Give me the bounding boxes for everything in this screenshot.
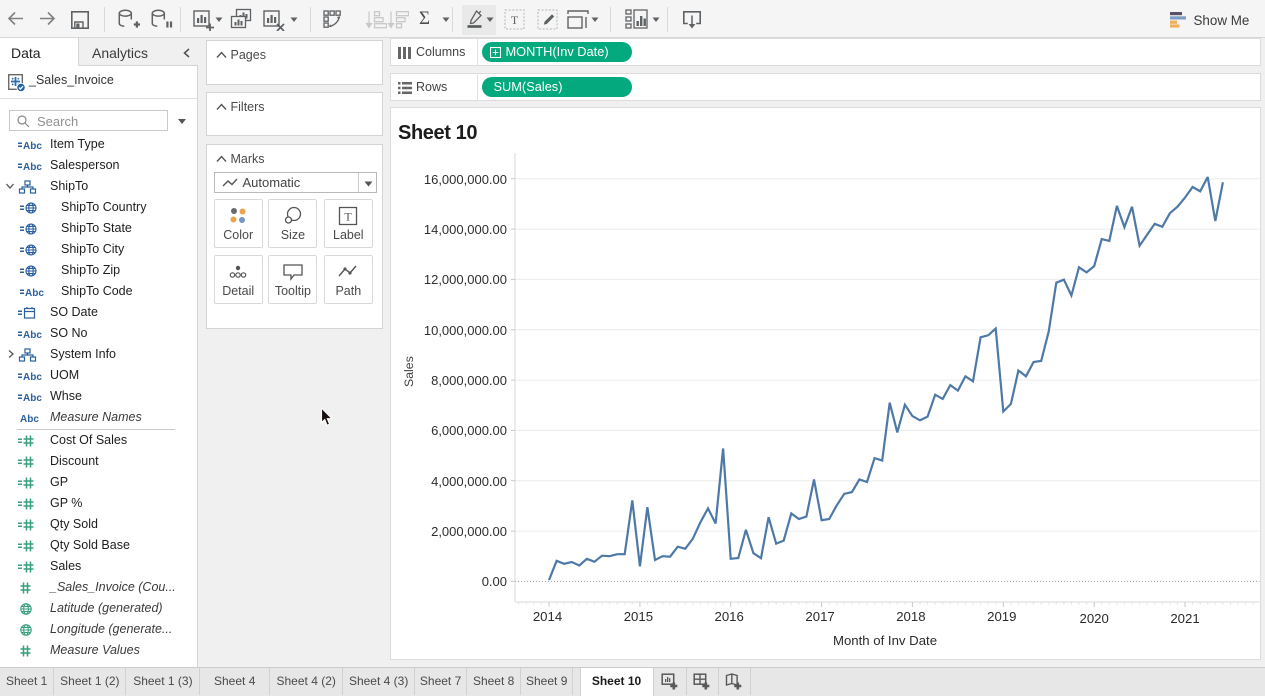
svg-text:Abc: Abc [25, 288, 44, 299]
svg-text:Abc: Abc [20, 414, 39, 425]
svg-text:Abc: Abc [23, 393, 42, 404]
svg-text:Abc: Abc [23, 372, 42, 383]
svg-text:Abc: Abc [23, 330, 42, 341]
svg-text:T: T [345, 210, 353, 224]
svg-text:T: T [511, 13, 519, 27]
svg-text:Abc: Abc [23, 162, 42, 173]
svg-text:Abc: Abc [23, 141, 42, 152]
